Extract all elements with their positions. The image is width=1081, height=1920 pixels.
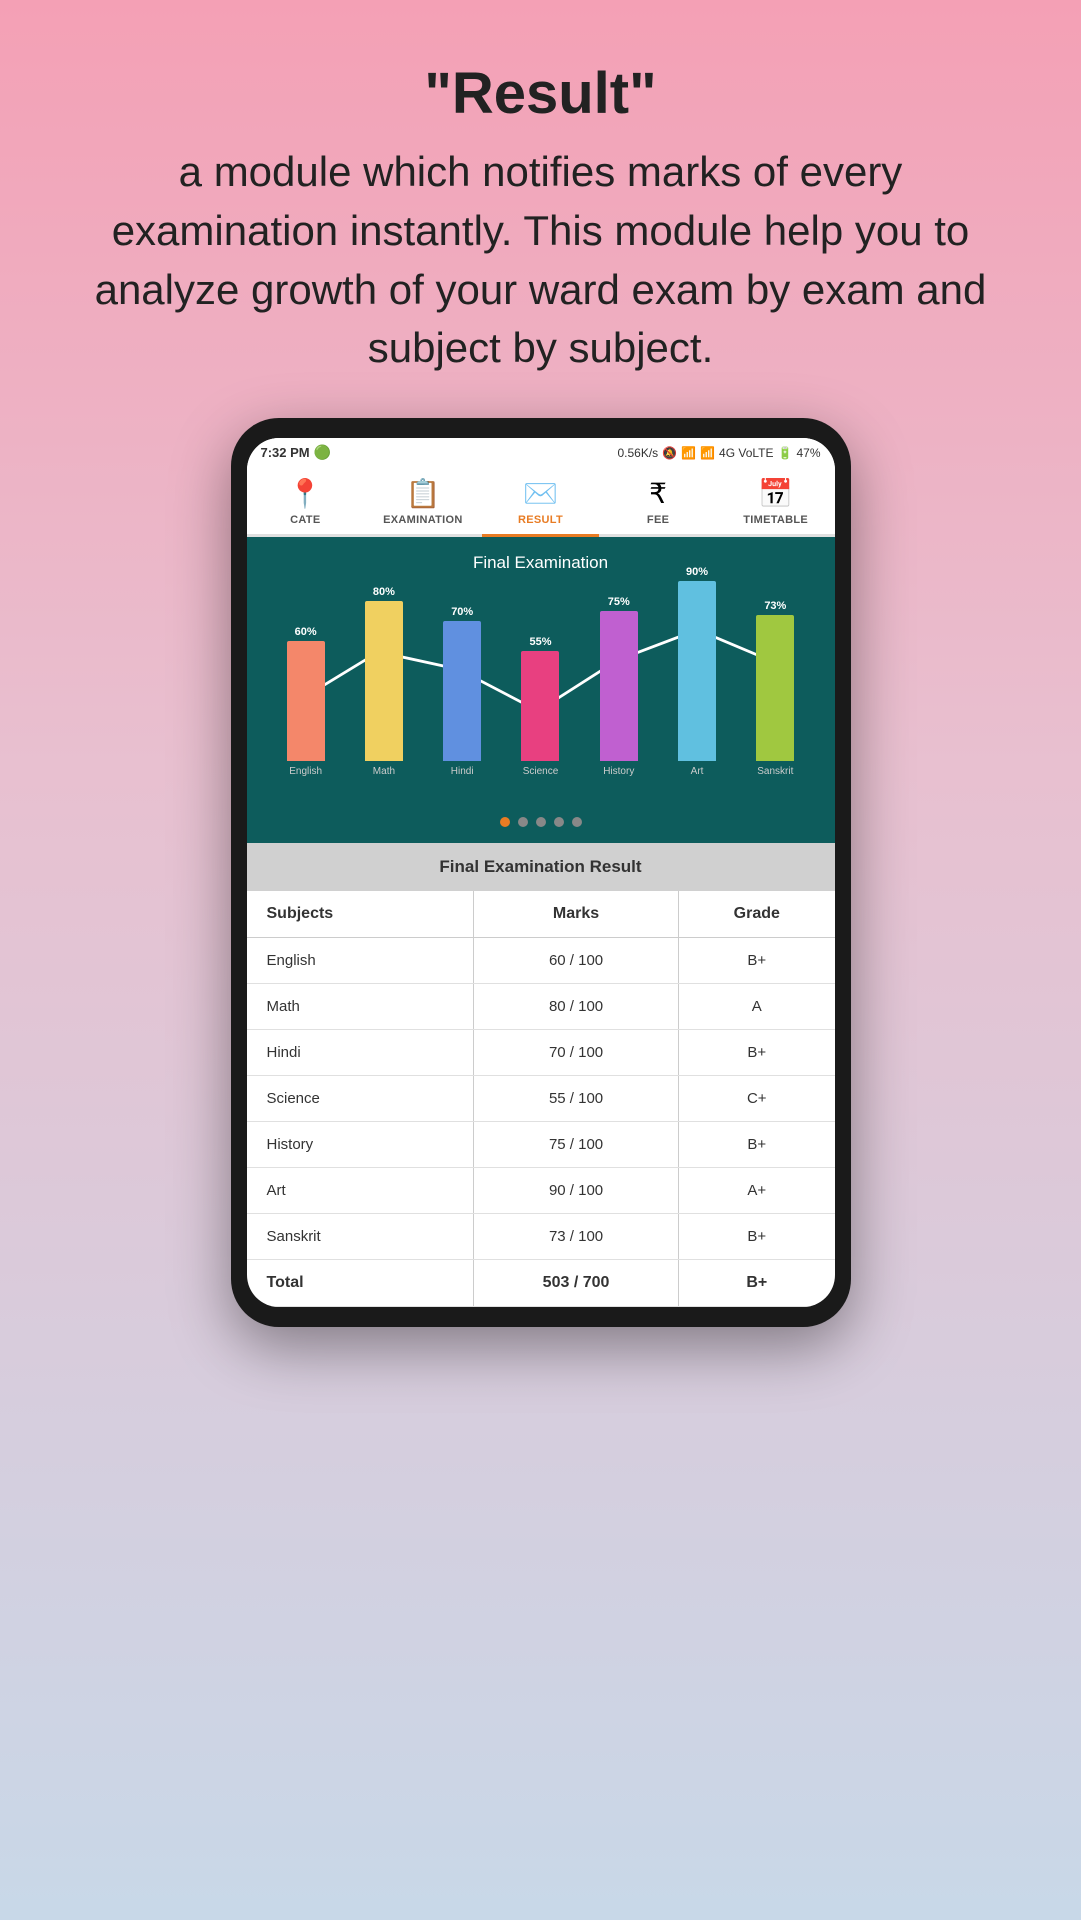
chart-dot-5[interactable]	[572, 817, 582, 827]
examination-icon: 📋	[405, 477, 440, 510]
nav-item-certificate[interactable]: 📍 CATE	[247, 467, 365, 534]
bar-english: 60% English	[267, 626, 345, 777]
bar-math: 80% Math	[345, 586, 423, 777]
bar-art: 90% Art	[658, 566, 736, 777]
status-icons: 0.56K/s 🔕 📶 📶 4G VoLTE 🔋 47%	[617, 446, 820, 460]
navigation-bar: 📍 CATE 📋 EXAMINATION ✉️ RESULT ₹ FEE 📅 T…	[247, 467, 835, 537]
table-row: Total503 / 700B+	[247, 1260, 835, 1307]
cell-grade: A+	[679, 1168, 835, 1214]
cell-subject: Art	[247, 1168, 474, 1214]
cell-marks: 73 / 100	[474, 1214, 679, 1260]
bar-hindi: 70% Hindi	[423, 606, 501, 777]
chart-dot-2[interactable]	[518, 817, 528, 827]
table-row: Hindi70 / 100B+	[247, 1030, 835, 1076]
chart-bars: 60% English 80% Math 70% Hindi	[267, 617, 815, 777]
result-header: Final Examination Result	[247, 843, 835, 891]
cell-marks: 75 / 100	[474, 1122, 679, 1168]
nav-label-certificate: CATE	[290, 514, 320, 526]
result-icon: ✉️	[523, 477, 558, 510]
nav-label-examination: EXAMINATION	[383, 514, 462, 526]
cell-grade: B+	[679, 1030, 835, 1076]
cell-grade: B+	[679, 1214, 835, 1260]
cell-subject: English	[247, 938, 474, 984]
header-section: "Result" a module which notifies marks o…	[0, 0, 1081, 418]
status-time: 7:32 PM 🟢	[261, 444, 332, 461]
col-header-grade: Grade	[679, 891, 835, 938]
cell-marks: 90 / 100	[474, 1168, 679, 1214]
cell-marks: 503 / 700	[474, 1260, 679, 1307]
chart-dot-3[interactable]	[536, 817, 546, 827]
table-row: Art90 / 100A+	[247, 1168, 835, 1214]
bar-science: 55% Science	[501, 636, 579, 777]
cell-marks: 80 / 100	[474, 984, 679, 1030]
cell-subject: Science	[247, 1076, 474, 1122]
nav-item-timetable[interactable]: 📅 TIMETABLE	[717, 467, 835, 534]
fee-icon: ₹	[649, 477, 667, 510]
cell-subject: Math	[247, 984, 474, 1030]
table-row: English60 / 100B+	[247, 938, 835, 984]
chart-container: 60% English 80% Math 70% Hindi	[259, 587, 823, 807]
nav-item-result[interactable]: ✉️ RESULT	[482, 467, 600, 534]
cell-marks: 70 / 100	[474, 1030, 679, 1076]
cell-subject: Sanskrit	[247, 1214, 474, 1260]
nav-label-result: RESULT	[518, 514, 563, 526]
cell-grade: B+	[679, 1122, 835, 1168]
chart-area: Final Examination	[247, 537, 835, 843]
table-header-row: Subjects Marks Grade	[247, 891, 835, 938]
chart-pagination	[259, 817, 823, 827]
result-section: Final Examination Result Subjects Marks …	[247, 843, 835, 1307]
nav-item-fee[interactable]: ₹ FEE	[599, 467, 717, 534]
nav-item-examination[interactable]: 📋 EXAMINATION	[364, 467, 482, 534]
status-bar: 7:32 PM 🟢 0.56K/s 🔕 📶 📶 4G VoLTE 🔋 47%	[247, 438, 835, 467]
cell-grade: B+	[679, 938, 835, 984]
cell-subject: History	[247, 1122, 474, 1168]
chart-dot-4[interactable]	[554, 817, 564, 827]
chart-title: Final Examination	[259, 553, 823, 573]
phone-frame: 7:32 PM 🟢 0.56K/s 🔕 📶 📶 4G VoLTE 🔋 47% 📍…	[231, 418, 851, 1327]
certificate-icon: 📍	[288, 477, 323, 510]
timetable-icon: 📅	[758, 477, 793, 510]
page-subtitle: a module which notifies marks of every e…	[95, 148, 987, 371]
table-row: History75 / 100B+	[247, 1122, 835, 1168]
cell-marks: 60 / 100	[474, 938, 679, 984]
table-row: Math80 / 100A	[247, 984, 835, 1030]
result-table: Subjects Marks Grade English60 / 100B+Ma…	[247, 891, 835, 1307]
col-header-marks: Marks	[474, 891, 679, 938]
phone-screen: 7:32 PM 🟢 0.56K/s 🔕 📶 📶 4G VoLTE 🔋 47% 📍…	[247, 438, 835, 1307]
chart-dot-1[interactable]	[500, 817, 510, 827]
cell-subject: Total	[247, 1260, 474, 1307]
cell-marks: 55 / 100	[474, 1076, 679, 1122]
cell-subject: Hindi	[247, 1030, 474, 1076]
page-title: "Result"	[80, 60, 1001, 127]
nav-label-fee: FEE	[647, 514, 669, 526]
nav-label-timetable: TIMETABLE	[743, 514, 808, 526]
cell-grade: C+	[679, 1076, 835, 1122]
bar-history: 75% History	[580, 596, 658, 777]
bar-sanskrit: 73% Sanskrit	[736, 600, 814, 777]
table-row: Science55 / 100C+	[247, 1076, 835, 1122]
table-row: Sanskrit73 / 100B+	[247, 1214, 835, 1260]
cell-grade: A	[679, 984, 835, 1030]
cell-grade: B+	[679, 1260, 835, 1307]
col-header-subjects: Subjects	[247, 891, 474, 938]
